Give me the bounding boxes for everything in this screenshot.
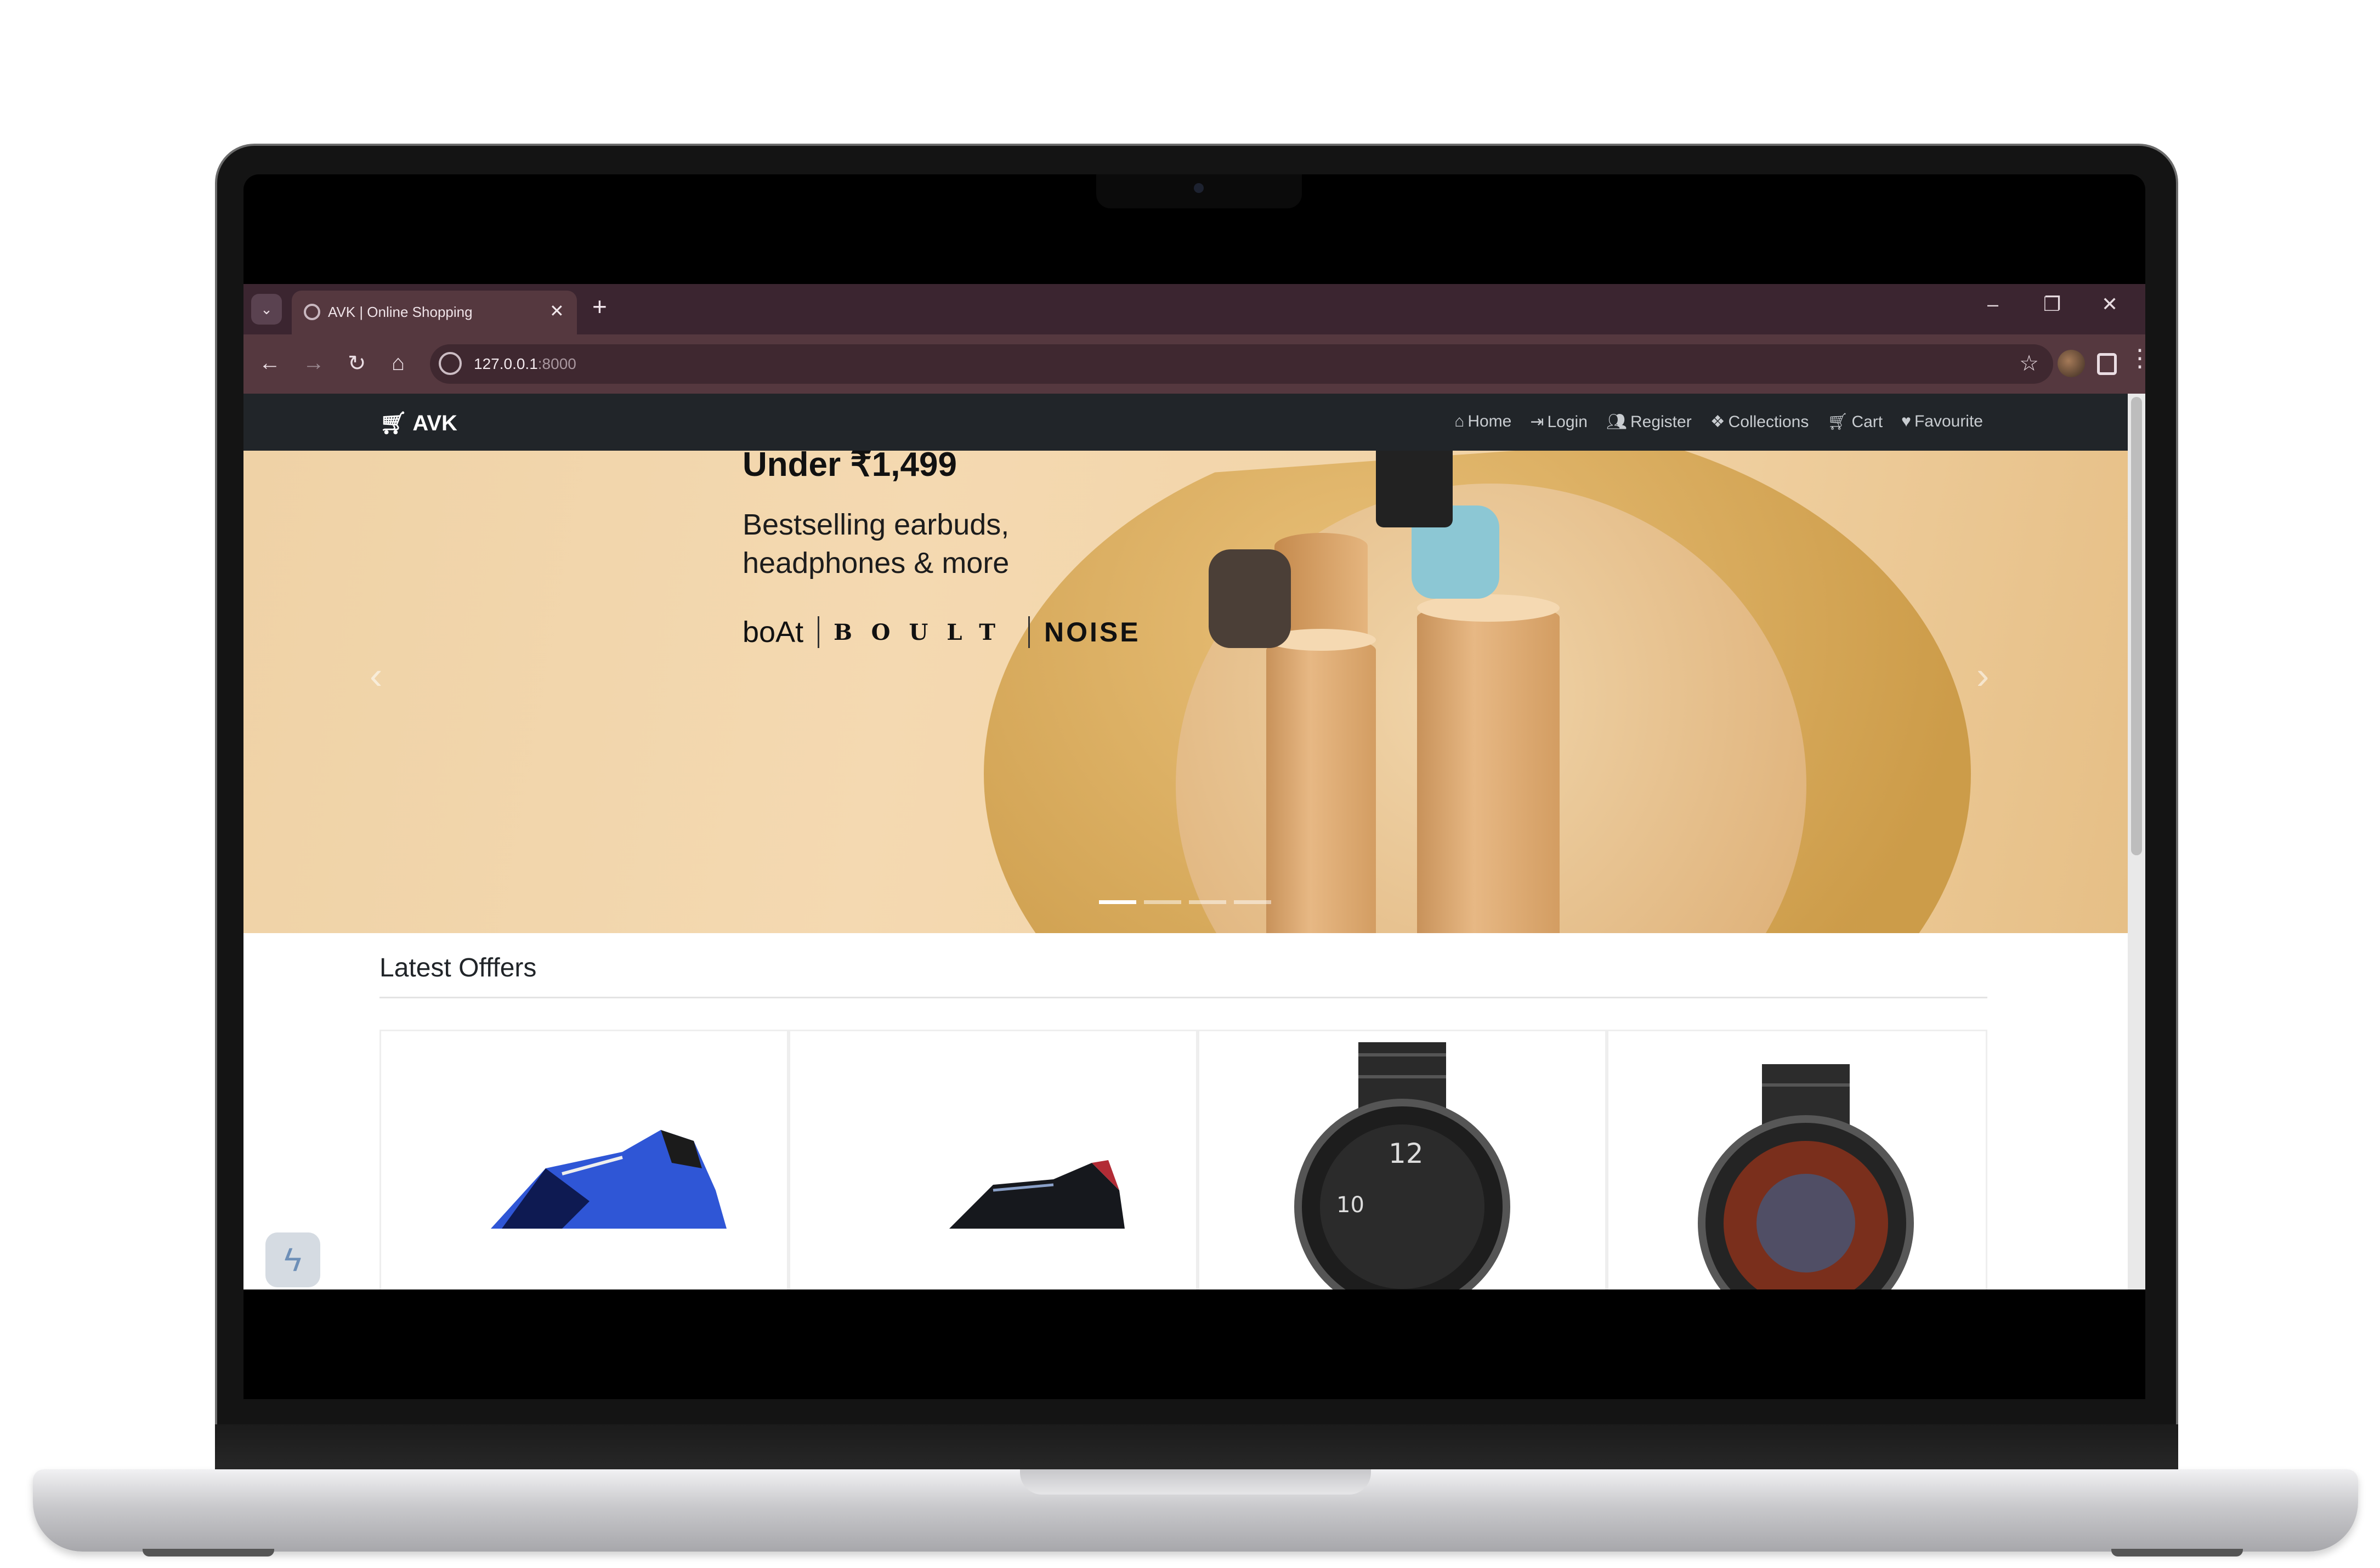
carousel-indicator[interactable]	[1144, 900, 1181, 904]
product-card[interactable]	[789, 1030, 1198, 1289]
reload-button[interactable]: ↻	[348, 351, 366, 376]
red-dial-watch-image	[1698, 1064, 1914, 1289]
carousel-prev-icon[interactable]: ‹	[370, 654, 382, 697]
carousel-indicator[interactable]	[1099, 900, 1136, 904]
carousel-indicators	[1099, 900, 1271, 904]
product-card[interactable]	[379, 1030, 789, 1289]
svg-text:10: 10	[1336, 1192, 1364, 1218]
black-watch-image: 12 10	[1294, 1042, 1510, 1289]
brand-divider	[1028, 616, 1030, 648]
tab-strip: ⌄ AVK | Online Shopping ✕ + – ❐ ✕	[243, 284, 2145, 334]
cart-icon: 🛒︎	[379, 411, 413, 435]
nav-collections[interactable]: ❖ Collections	[1710, 412, 1809, 431]
camera-notch	[1096, 174, 1302, 208]
site-navbar: 🛒︎ AVK ⌂ Home ⇥ Login 👥︎ Register ❖ Collecti…	[243, 394, 2128, 451]
url-host: 127.0.0.1	[474, 355, 538, 372]
tab-title: AVK | Online Shopping	[328, 304, 473, 320]
minimize-button[interactable]: –	[1987, 293, 1998, 316]
brand-boult: BOULT	[834, 619, 1014, 645]
pedestal	[1417, 604, 1560, 933]
scrollbar-thumb[interactable]	[2131, 397, 2142, 855]
banner-subline: Bestselling earbuds, headphones & more	[743, 505, 1009, 582]
home-icon: ⌂	[1454, 412, 1465, 430]
address-bar[interactable]: 127.0.0.1:8000 ☆	[430, 344, 2053, 384]
bookmark-star-icon[interactable]: ☆	[2019, 351, 2039, 376]
tab-search-button[interactable]: ⌄	[251, 294, 282, 325]
camera-icon	[1194, 183, 1204, 193]
browser-tab[interactable]: AVK | Online Shopping ✕	[292, 291, 577, 334]
hero-carousel: Under ₹1,499 Bestselling earbuds, headpho…	[243, 451, 2128, 933]
nav-login[interactable]: ⇥ Login	[1530, 412, 1588, 431]
nav-cart-label: Cart	[1851, 413, 1883, 431]
carousel-indicator[interactable]	[1234, 900, 1271, 904]
laptop-opening-notch	[1020, 1469, 1371, 1495]
nav-cart[interactable]: 🛒︎ Cart	[1827, 412, 1883, 431]
new-tab-button[interactable]: +	[592, 292, 607, 321]
browser-menu-icon[interactable]: ⋮	[2128, 346, 2145, 371]
browser-toolbar: ← → ↻ ⌂ 127.0.0.1:8000 ☆ ⋮	[243, 334, 2145, 394]
nav-collections-label: Collections	[1728, 413, 1809, 431]
section-title: Latest Offfers	[379, 953, 537, 982]
carousel-indicator[interactable]	[1189, 900, 1226, 904]
brand-divider	[818, 616, 820, 648]
home-button[interactable]: ⌂	[392, 351, 405, 376]
brand-logos: boAt BOULT NOISE	[743, 615, 1141, 649]
nav-register-label: Register	[1630, 413, 1692, 431]
restore-button[interactable]: ❐	[2043, 293, 2061, 316]
blue-sneaker-image	[491, 1130, 727, 1229]
globe-icon	[304, 304, 320, 320]
pedestal	[1266, 637, 1376, 933]
product-grid: 12 10	[379, 1030, 1987, 1289]
extensions-icon[interactable]	[2097, 353, 2117, 375]
web-page: 🛒︎ AVK ⌂ Home ⇥ Login 👥︎ Register ❖ Collecti…	[243, 394, 2128, 1289]
laptop-foot	[2111, 1549, 2243, 1556]
nav-links: ⌂ Home ⇥ Login 👥︎ Register ❖ Collections 🛒︎ C…	[1454, 412, 1983, 431]
register-icon: 👥︎	[1606, 413, 1627, 431]
laptop-screen: ⌄ AVK | Online Shopping ✕ + – ❐ ✕ ← → ↻ …	[243, 174, 2145, 1399]
earbuds-case-black	[1376, 451, 1453, 527]
floating-helper-button[interactable]: ϟ	[265, 1232, 320, 1287]
section-divider	[379, 997, 1987, 998]
brand-name: AVK	[412, 411, 457, 435]
nav-favourite[interactable]: ♥ Favourite	[1901, 412, 1983, 431]
black-sneaker-image	[949, 1160, 1125, 1229]
nav-home[interactable]: ⌂ Home	[1454, 412, 1511, 431]
heart-icon: ♥	[1901, 412, 1911, 430]
login-icon: ⇥	[1530, 413, 1544, 431]
earbuds-case-bronze	[1209, 549, 1291, 648]
url-port: :8000	[537, 355, 576, 372]
profile-avatar[interactable]	[2058, 350, 2085, 377]
url-text: 127.0.0.1:8000	[474, 355, 576, 373]
banner-subline-2: headphones & more	[743, 547, 1010, 580]
brand-noise: NOISE	[1044, 617, 1141, 647]
cart-icon: 🛒︎	[1827, 413, 1849, 431]
brand-boat: boAt	[743, 616, 804, 649]
product-card[interactable]: 12 10	[1198, 1030, 1607, 1289]
close-window-button[interactable]: ✕	[2101, 293, 2118, 316]
tab-close-icon[interactable]: ✕	[549, 300, 564, 321]
svg-text:12: 12	[1389, 1138, 1424, 1169]
collections-icon: ❖	[1710, 413, 1725, 431]
back-button[interactable]: ←	[259, 351, 281, 376]
carousel-next-icon[interactable]: ›	[1976, 654, 1989, 697]
page-scrollbar[interactable]	[2128, 394, 2145, 1289]
product-card[interactable]	[1607, 1030, 1987, 1289]
browser-window: ⌄ AVK | Online Shopping ✕ + – ❐ ✕ ← → ↻ …	[243, 284, 2145, 1289]
banner-headline: Under ₹1,499	[743, 451, 957, 484]
forward-button[interactable]: →	[303, 351, 325, 376]
site-info-icon[interactable]	[439, 352, 462, 375]
nav-register[interactable]: 👥︎ Register	[1606, 412, 1692, 431]
nav-favourite-label: Favourite	[1914, 412, 1983, 430]
brand-logo[interactable]: 🛒︎ AVK	[379, 410, 457, 436]
banner-subline-1: Bestselling earbuds,	[743, 508, 1010, 541]
nav-home-label: Home	[1467, 412, 1512, 430]
laptop-foot	[143, 1549, 274, 1556]
nav-login-label: Login	[1547, 413, 1588, 431]
